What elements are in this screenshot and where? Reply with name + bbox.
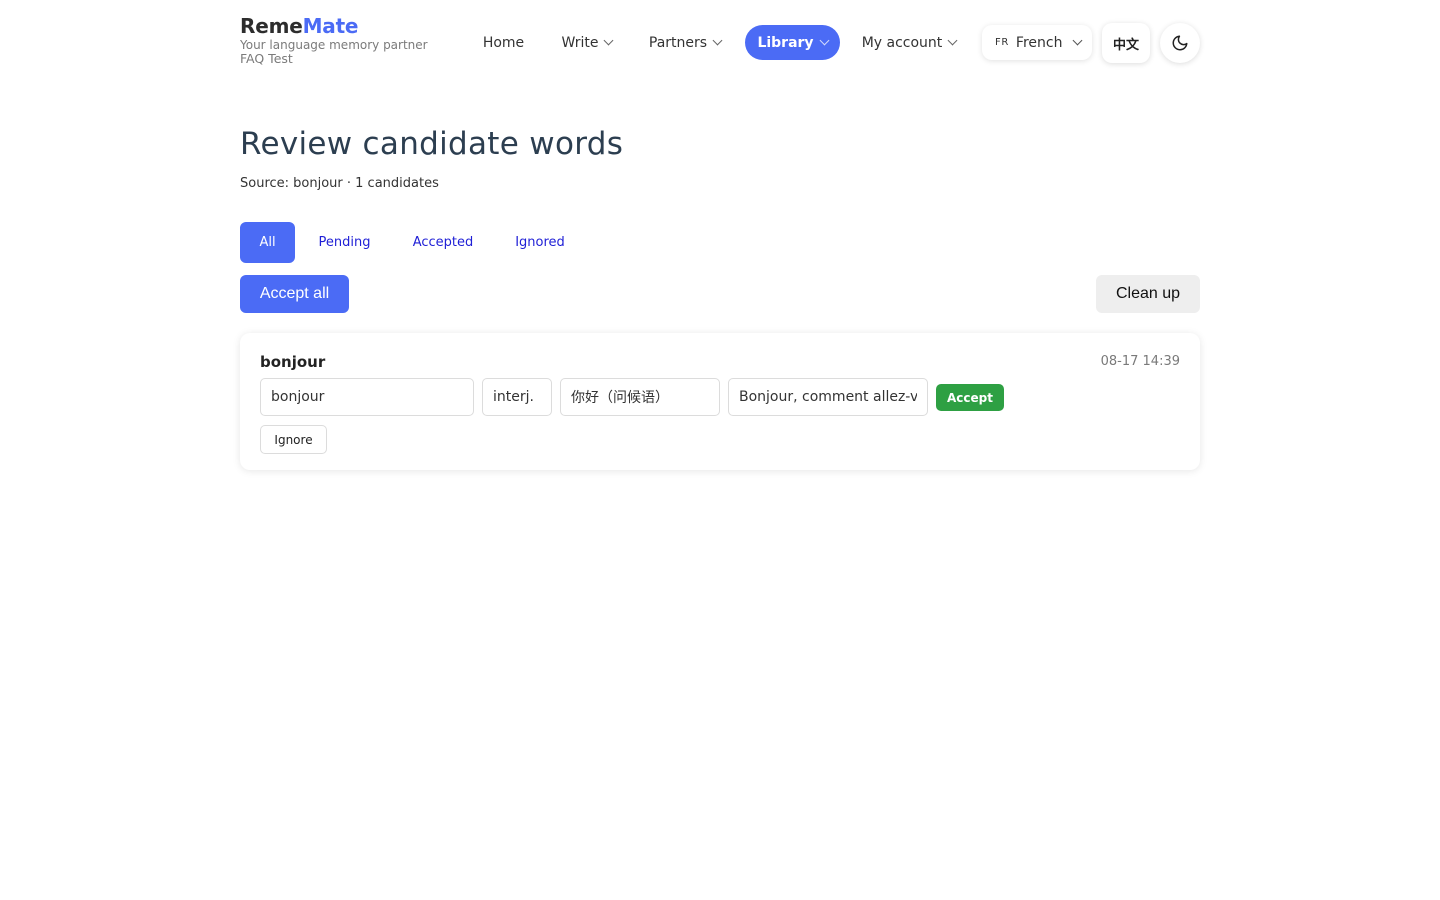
nav-partners[interactable]: Partners [637, 25, 733, 60]
nav-my-account-label: My account [861, 34, 943, 51]
tab-accepted[interactable]: Accepted [400, 222, 486, 263]
tab-ignored[interactable]: Ignored [502, 222, 578, 263]
page-subtitle: Source: bonjour · 1 candidates [240, 176, 439, 191]
brand-logo[interactable]: RemeMate [240, 16, 428, 36]
translation-input[interactable] [560, 378, 720, 416]
nav-home-label: Home [482, 34, 525, 51]
nav-partners-label: Partners [648, 34, 708, 51]
candidate-card: bonjour 08-17 14:39 Accept Ignore [240, 333, 1200, 470]
brand-name-prefix: Reme [240, 14, 303, 38]
ui-language-button[interactable]: 中文 [1102, 23, 1150, 63]
chevron-down-icon [947, 35, 958, 46]
chevron-down-icon [712, 35, 723, 46]
nav-library[interactable]: Library [745, 25, 840, 60]
chevron-down-icon [604, 35, 614, 46]
example-sentence-input[interactable] [728, 378, 928, 416]
tab-pending[interactable]: Pending [305, 222, 384, 263]
candidate-timestamp: 08-17 14:39 [1100, 354, 1180, 369]
clean-up-button[interactable]: Clean up [1096, 275, 1200, 313]
language-label: French [1015, 34, 1063, 51]
accept-all-button[interactable]: Accept all [240, 275, 349, 313]
nav-write-label: Write [561, 34, 599, 51]
nav-write[interactable]: Write [547, 25, 627, 60]
top-header: RemeMate Your language memory partner FA… [240, 0, 1200, 86]
accept-button[interactable]: Accept [936, 384, 1004, 411]
page-title: Review candidate words [240, 126, 624, 162]
theme-toggle-button[interactable] [1160, 23, 1200, 63]
brand-subtitle: FAQ Test [240, 51, 293, 66]
chevron-down-icon [819, 35, 830, 46]
nav-my-account[interactable]: My account [850, 25, 968, 60]
brand[interactable]: RemeMate Your language memory partner FA… [240, 16, 428, 66]
brand-tagline: Your language memory partner [240, 38, 428, 52]
tab-all[interactable]: All [240, 222, 295, 263]
candidate-word: bonjour [260, 353, 326, 371]
moon-icon [1172, 35, 1188, 51]
ignore-button[interactable]: Ignore [260, 425, 327, 454]
nav-home[interactable]: Home [470, 25, 537, 60]
chevron-down-icon [1073, 35, 1083, 46]
part-of-speech-input[interactable] [482, 378, 552, 416]
language-code: FR [995, 37, 1009, 48]
nav-library-label: Library [757, 34, 814, 51]
brand-name-accent: Mate [302, 14, 359, 38]
language-select[interactable]: FR French [982, 25, 1092, 60]
term-input[interactable] [260, 378, 474, 416]
